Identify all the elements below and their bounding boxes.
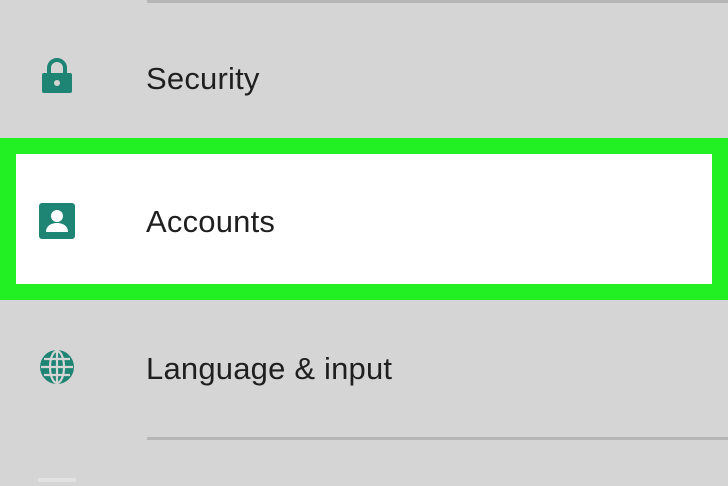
settings-item-label: Security (146, 61, 260, 96)
lock-icon (38, 57, 76, 95)
divider-bottom (147, 437, 728, 440)
globe-icon (38, 348, 76, 386)
settings-item-label: Accounts (146, 204, 276, 239)
divider-top (147, 0, 728, 3)
settings-item-security[interactable]: Security (0, 5, 728, 135)
account-icon (38, 202, 76, 240)
settings-item-accounts[interactable]: Accounts (0, 138, 728, 300)
settings-item-language-input[interactable]: Language & input (0, 300, 728, 435)
next-item-icon (38, 478, 76, 486)
settings-item-label: Language & input (146, 351, 393, 386)
